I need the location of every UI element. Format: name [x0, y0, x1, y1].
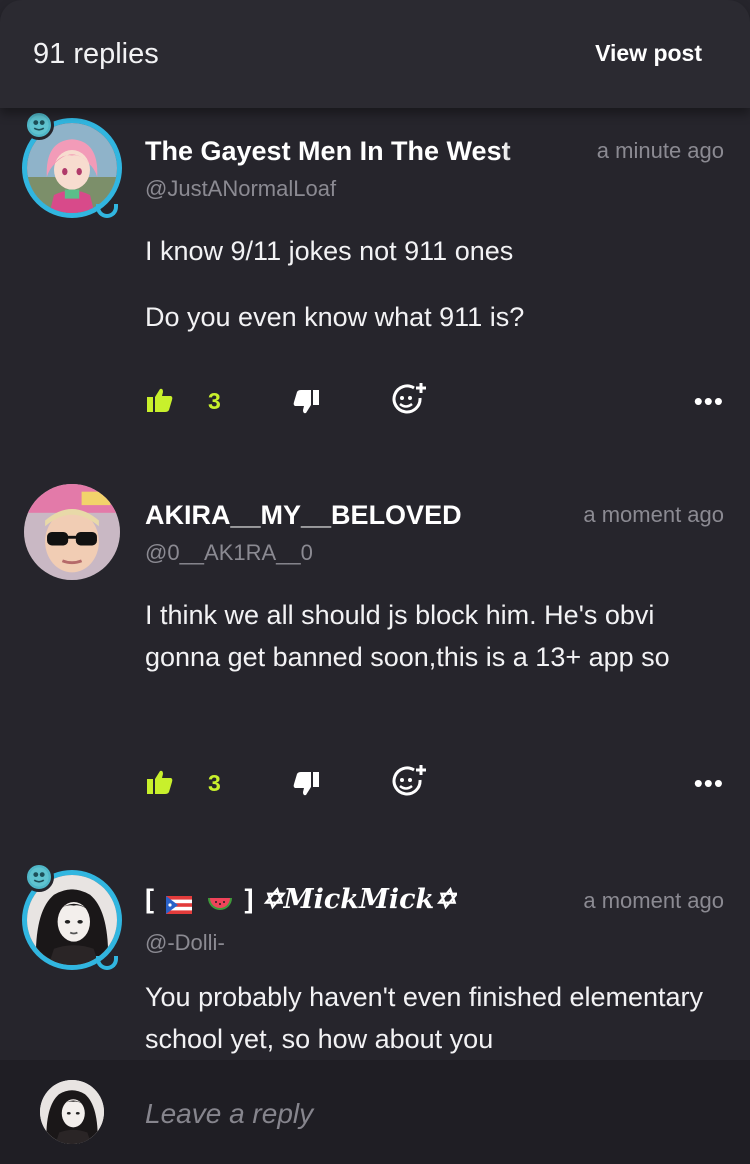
view-post-button[interactable]: View post — [595, 40, 702, 67]
username[interactable]: AKIRA__MY__BELOVED — [145, 500, 462, 531]
puerto-rico-flag-icon — [165, 890, 192, 914]
comment-actions: 3 ••• — [0, 764, 750, 804]
reply-input[interactable] — [145, 1094, 705, 1134]
avatar-image — [24, 484, 120, 580]
user-handle[interactable]: @-Dolli- — [145, 930, 225, 956]
timestamp: a moment ago — [583, 888, 724, 913]
replies-header: 91 replies View post — [0, 0, 750, 108]
avatar[interactable] — [22, 110, 124, 220]
add-reaction-icon[interactable] — [392, 382, 428, 416]
thumbs-down-icon[interactable] — [293, 390, 319, 414]
username-bracket: ] — [244, 884, 254, 914]
watermelon-icon — [207, 890, 233, 910]
thumbs-up-icon[interactable] — [147, 388, 173, 412]
timestamp: a moment ago — [583, 502, 724, 527]
comment-text: I think we all should js block him. He's… — [145, 600, 670, 672]
avatar-frame-tail — [96, 956, 118, 970]
username[interactable]: [ ] ✡MickMick✡ — [145, 884, 457, 915]
timestamp: a minute ago — [596, 138, 724, 163]
username-bracket: [ — [145, 884, 154, 914]
thumbs-up-icon[interactable] — [147, 770, 173, 794]
replies-feed[interactable]: The Gayest Men In The West a minute ago … — [0, 108, 750, 1060]
comment-text: Do you even know what 911 is? — [145, 302, 525, 332]
user-handle[interactable]: @0__AK1RA__0 — [145, 540, 313, 566]
more-options-icon[interactable]: ••• — [694, 386, 724, 417]
avatar[interactable] — [22, 482, 124, 584]
comment-actions: 3 ••• — [0, 382, 750, 422]
like-count: 3 — [208, 770, 221, 796]
comment-text: You probably haven't even finished eleme… — [145, 982, 704, 1054]
badge-icon — [24, 110, 54, 140]
comment-text: I know 9/11 jokes not 911 ones — [145, 236, 514, 266]
like-count: 3 — [208, 388, 221, 414]
username[interactable]: The Gayest Men In The West — [145, 136, 550, 167]
username-script: ✡MickMick✡ — [261, 884, 457, 915]
avatar-frame-tail — [96, 204, 118, 218]
avatar[interactable] — [22, 862, 124, 972]
thumbs-down-icon[interactable] — [293, 772, 319, 796]
current-user-avatar[interactable] — [40, 1080, 104, 1144]
reply-bar — [0, 1060, 750, 1164]
more-options-icon[interactable]: ••• — [694, 768, 724, 799]
add-reaction-icon[interactable] — [392, 764, 428, 798]
badge-icon — [24, 862, 54, 892]
reply-count: 91 replies — [33, 38, 159, 70]
user-handle[interactable]: @JustANormalLoaf — [145, 176, 336, 202]
